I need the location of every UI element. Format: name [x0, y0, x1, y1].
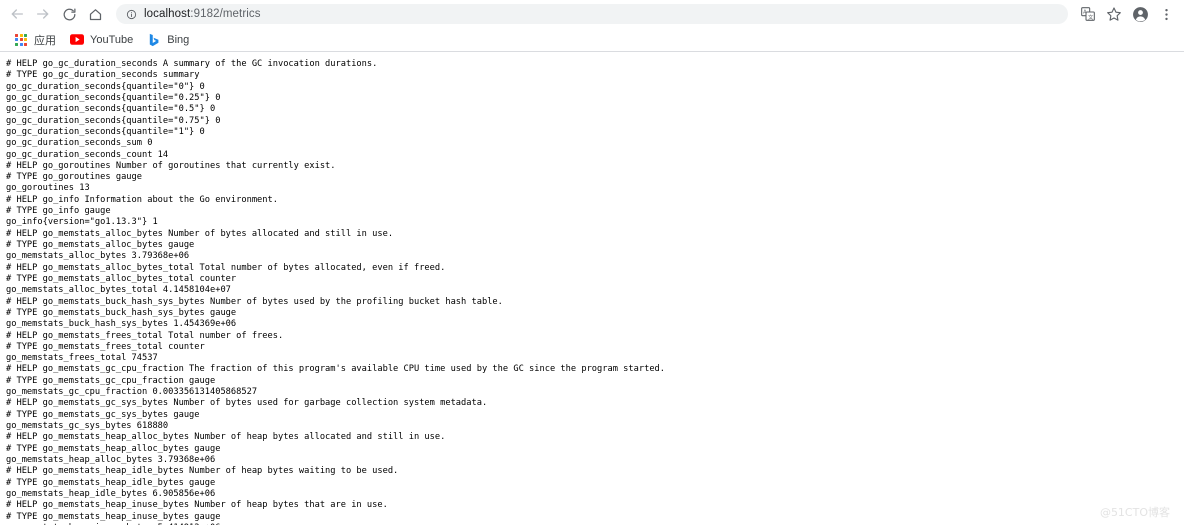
- translate-icon[interactable]: A 文: [1076, 2, 1100, 26]
- page-content: # HELP go_gc_duration_seconds A summary …: [0, 52, 1184, 525]
- bookmark-bing[interactable]: Bing: [141, 30, 195, 50]
- browser-toolbar: localhost:9182/metrics A 文: [0, 0, 1184, 28]
- reload-icon: [62, 7, 77, 22]
- page-info-icon[interactable]: [126, 9, 137, 20]
- profile-avatar-icon[interactable]: [1128, 2, 1152, 26]
- bing-icon: [147, 33, 161, 47]
- youtube-icon: [70, 33, 84, 47]
- more-menu-icon[interactable]: [1154, 2, 1178, 26]
- bookmark-label: Bing: [167, 33, 190, 46]
- reload-button[interactable]: [56, 1, 82, 27]
- prometheus-metrics-text: # HELP go_gc_duration_seconds A summary …: [6, 59, 666, 525]
- url-host: localhost: [144, 8, 191, 20]
- forward-button[interactable]: [30, 1, 56, 27]
- back-button[interactable]: [4, 1, 30, 27]
- star-icon[interactable]: [1102, 2, 1126, 26]
- address-bar[interactable]: localhost:9182/metrics: [116, 4, 1068, 24]
- bookmark-label: 应用: [34, 34, 56, 47]
- bookmarks-bar: 应用 YouTube Bing: [0, 28, 1184, 51]
- arrow-left-icon: [9, 6, 25, 22]
- home-icon: [88, 7, 103, 22]
- toolbar-right-group: A 文: [1074, 2, 1178, 26]
- browser-chrome: localhost:9182/metrics A 文 应用 YouTube Bi…: [0, 0, 1184, 52]
- url-path: :9182/metrics: [190, 8, 261, 20]
- url-text: localhost:9182/metrics: [144, 8, 261, 20]
- apps-grid-icon: [14, 33, 28, 47]
- bookmark-label: YouTube: [90, 33, 134, 46]
- home-button[interactable]: [82, 1, 108, 27]
- svg-text:A: A: [1083, 10, 1087, 16]
- watermark: @51CTO博客: [1099, 506, 1170, 519]
- bookmark-apps[interactable]: 应用: [8, 30, 62, 50]
- arrow-right-icon: [35, 6, 51, 22]
- bookmark-youtube[interactable]: YouTube: [64, 30, 139, 50]
